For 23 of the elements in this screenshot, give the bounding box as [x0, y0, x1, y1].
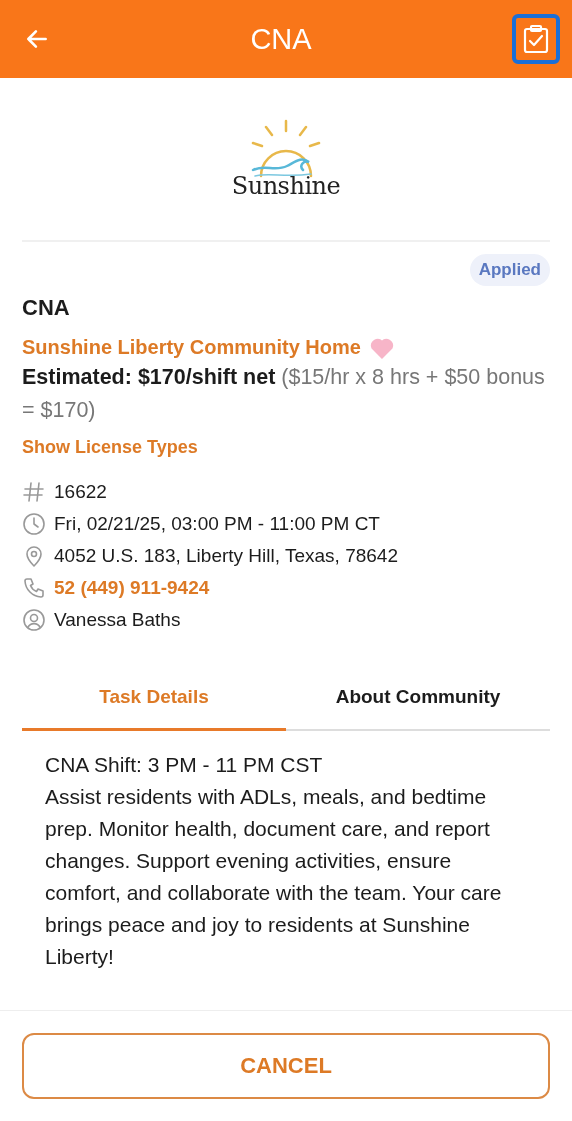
show-license-types-link[interactable]: Show License Types [22, 437, 550, 458]
hash-icon [22, 480, 46, 504]
detail-text: Fri, 02/21/25, 03:00 PM - 11:00 PM CT [54, 513, 380, 535]
screen-title: CNA [250, 22, 312, 56]
checklist-button[interactable] [512, 14, 560, 64]
tab[interactable]: Task Details [22, 682, 286, 731]
cancel-button[interactable]: CANCEL [22, 1033, 550, 1099]
clock-icon [22, 512, 46, 536]
logo-text: Sunshine [231, 172, 341, 200]
clipboard-check-icon [522, 24, 550, 54]
community-name: Sunshine Liberty Community Home [22, 335, 361, 359]
task-description: Assist residents with ADLs, meals, and bedtime prep. Monitor health, document care, and report changes. Support evening activities, ensure comfort, and collaborate with the team. Your care brings peace and joy to residents at Sunshine Liberty! [45, 784, 503, 970]
detail-text: 4052 U.S. 183, Liberty Hill, Texas, 78642 [54, 545, 398, 567]
detail-text: Vanessa Baths [54, 609, 181, 631]
status-badge: Applied [469, 254, 550, 286]
person-circle-icon [22, 608, 46, 632]
detail-text: 16622 [54, 481, 107, 503]
phone-icon [22, 576, 46, 600]
tab[interactable]: About Community [286, 682, 550, 731]
job-title: CNA [22, 295, 71, 321]
task-description: CNA Shift: 3 PM - 11 PM CST [45, 752, 324, 778]
pay-estimate: Estimated: $170/shift net ($15/hr x 8 hrs + $50 bonus = $170) [22, 364, 546, 424]
phone-link[interactable]: 52 (449) 911-9424 [54, 577, 210, 599]
